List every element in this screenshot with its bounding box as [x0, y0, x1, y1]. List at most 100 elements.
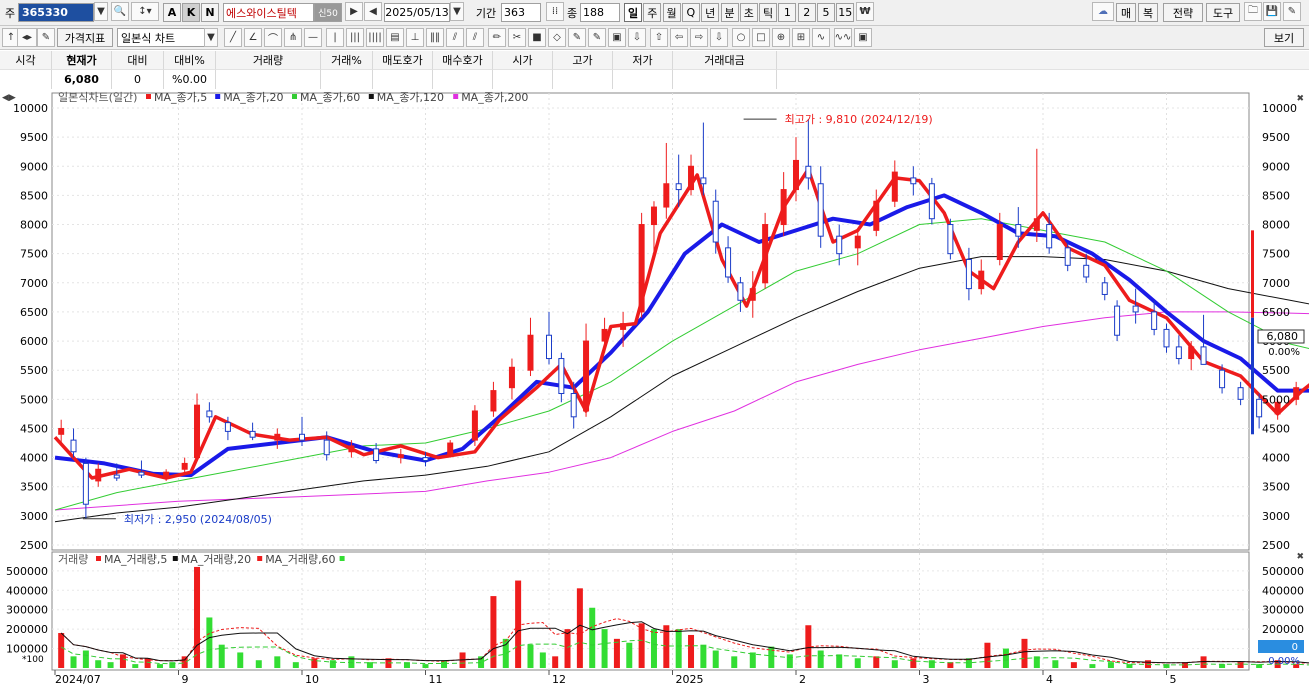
horizontal-line-tool-icon[interactable]: —	[304, 28, 322, 47]
volume-bar	[82, 650, 89, 668]
bars-tool-icon[interactable]: |||	[346, 28, 364, 47]
right-tool-icon[interactable]: ⇨	[690, 28, 708, 47]
candle-body	[490, 390, 497, 412]
market-a-button[interactable]: A	[163, 3, 181, 22]
price-indicator-button[interactable]: 가격지표	[57, 28, 113, 47]
measure-tool-icon[interactable]: ✂	[508, 28, 526, 47]
interval-2-button[interactable]: 2	[797, 3, 816, 22]
interval-5-button[interactable]: 5	[817, 3, 835, 22]
buy-sell-button[interactable]: 매	[1116, 3, 1136, 22]
color-tool-icon[interactable]: ■	[528, 28, 546, 47]
chart-type-select[interactable]: 일본식 차트	[117, 28, 205, 47]
wrench-icon[interactable]: ✎	[1283, 2, 1301, 21]
wave-tool-icon[interactable]: ∿	[812, 28, 830, 47]
channel-tool-icon[interactable]: ⫽	[466, 28, 484, 47]
bars-2-tool-icon[interactable]: ||||	[366, 28, 384, 47]
parallel-tool-icon[interactable]: ⫽	[446, 28, 464, 47]
search-icon[interactable]: 🔍	[111, 2, 129, 21]
count-input[interactable]: 188	[580, 3, 620, 22]
price-ytick-right: 10000	[1262, 102, 1297, 115]
arc-tool-icon[interactable]: ⌒	[264, 28, 282, 47]
up-tool-icon[interactable]: ⇧	[650, 28, 668, 47]
candle-body	[471, 410, 478, 441]
ask-header: 매도호가	[373, 51, 433, 70]
box-tool-icon[interactable]: ▣	[608, 28, 626, 47]
interval-15-button[interactable]: 15	[836, 3, 855, 22]
zoom-tool-icon[interactable]: ⊕	[772, 28, 790, 47]
vertical-line-tool-icon[interactable]: |	[326, 28, 344, 47]
eraser-tool-icon[interactable]: ◇	[548, 28, 566, 47]
high-header: 고가	[553, 51, 613, 70]
period-input[interactable]: 363	[501, 3, 541, 22]
won-currency-icon[interactable]: ₩	[856, 2, 874, 21]
candle-body	[836, 235, 843, 255]
page-tool-icon[interactable]: ⇩	[710, 28, 728, 47]
grid-table-tool-icon[interactable]: ▤	[386, 28, 404, 47]
stock-chart[interactable]: 10000 10000 9500 9500 9000 9000 8500 8500 8000 80…	[0, 89, 1309, 688]
interval-quarter-button[interactable]: Q	[681, 3, 700, 22]
folder-icon[interactable]: 🗀	[1244, 2, 1262, 21]
price-ytick-right: 5000	[1262, 393, 1290, 406]
fan-tool-icon[interactable]: ⋔	[284, 28, 302, 47]
play-back-icon[interactable]: ◀	[364, 2, 382, 21]
drawing-toolbar: ↑ ◂▸ ✎ 가격지표 일본식 차트 ▼ ╱ ∠ ⌒ ⋔ — | ||| |||| ▤ ⊥ ‖‖ ⫽ ⫽…	[0, 26, 1309, 50]
interval-year-button[interactable]: 년	[701, 3, 720, 22]
line-tool-icon[interactable]: ╱	[224, 28, 242, 47]
pencil-tool-icon[interactable]: ✏	[488, 28, 506, 47]
wave-2-tool-icon[interactable]: ∿∿	[834, 28, 852, 47]
market-k-button[interactable]: K	[182, 3, 200, 22]
left-tool-icon[interactable]: ⇦	[670, 28, 688, 47]
x-tick-label: 2024/07	[55, 673, 101, 686]
chart-type-dropdown-icon[interactable]: ▼	[204, 28, 218, 47]
x-tick-label: 5	[1170, 673, 1177, 686]
camera-tool-icon[interactable]: ▣	[854, 28, 872, 47]
date-input[interactable]: 2025/05/13	[384, 3, 450, 22]
candle-body	[854, 235, 861, 249]
candle-body	[910, 177, 917, 185]
grid-zoom-tool-icon[interactable]: ⊞	[792, 28, 810, 47]
edit-icon[interactable]: ✎	[37, 28, 55, 47]
change-header: 대비	[112, 51, 164, 70]
volume-bar	[817, 650, 824, 668]
circle-tool-icon[interactable]: ○	[732, 28, 750, 47]
interval-week-button[interactable]: 주	[643, 3, 662, 22]
interval-minute-button[interactable]: 분	[720, 3, 739, 22]
date-dropdown-icon[interactable]: ▼	[450, 2, 464, 21]
note-tool-icon[interactable]: ✎	[588, 28, 606, 47]
interval-second-button[interactable]: 초	[739, 3, 758, 22]
cycle-2-tool-icon[interactable]: ‖‖	[426, 28, 444, 47]
tools-button[interactable]: 도구	[1206, 3, 1240, 22]
volume-config-icon[interactable]: ✖	[1296, 552, 1304, 562]
code-dropdown-icon[interactable]: ▼	[94, 2, 108, 21]
interval-month-button[interactable]: 월	[662, 3, 681, 22]
interval-1-button[interactable]: 1	[778, 3, 797, 22]
combined-button[interactable]: 복	[1138, 3, 1158, 22]
cloud-icon[interactable]: ☁	[1092, 2, 1114, 21]
market-n-button[interactable]: N	[201, 3, 219, 22]
strategy-button[interactable]: 전략	[1163, 3, 1203, 22]
volume-header: 거래량	[216, 51, 321, 70]
collapse-toggle-icon[interactable]: ◀▶	[2, 93, 16, 103]
volume-legend-swatch	[96, 556, 101, 561]
view-button[interactable]: 보기	[1264, 28, 1304, 47]
candle-body	[817, 183, 824, 237]
down-tool-icon[interactable]: ⇩	[628, 28, 646, 47]
cycle-tool-icon[interactable]: ⊥	[406, 28, 424, 47]
stock-name-field[interactable]: 에스와이스틸텍	[223, 3, 314, 22]
candle-body	[570, 393, 577, 418]
interval-tick-button[interactable]: 틱	[759, 3, 778, 22]
volume-bar	[1070, 662, 1077, 668]
angle-line-tool-icon[interactable]: ∠	[244, 28, 262, 47]
scroll-arrows-icon[interactable]: ◂▸	[17, 28, 37, 47]
memo-tool-icon[interactable]: ✎	[568, 28, 586, 47]
grid-spin-icon[interactable]: ⁞⁞	[546, 2, 564, 21]
save-icon[interactable]: 💾	[1263, 2, 1281, 21]
stock-code-input[interactable]: 365330	[18, 3, 94, 22]
candle-body	[527, 334, 534, 371]
interval-day-button[interactable]: 일	[624, 3, 642, 22]
play-forward-icon[interactable]: ▶	[345, 2, 363, 21]
sort-menu-icon[interactable]: ↕▾	[131, 2, 159, 21]
chart-config-icon[interactable]: ✖	[1296, 94, 1304, 104]
square-tool-icon[interactable]: □	[752, 28, 770, 47]
candle-body	[1064, 247, 1071, 266]
